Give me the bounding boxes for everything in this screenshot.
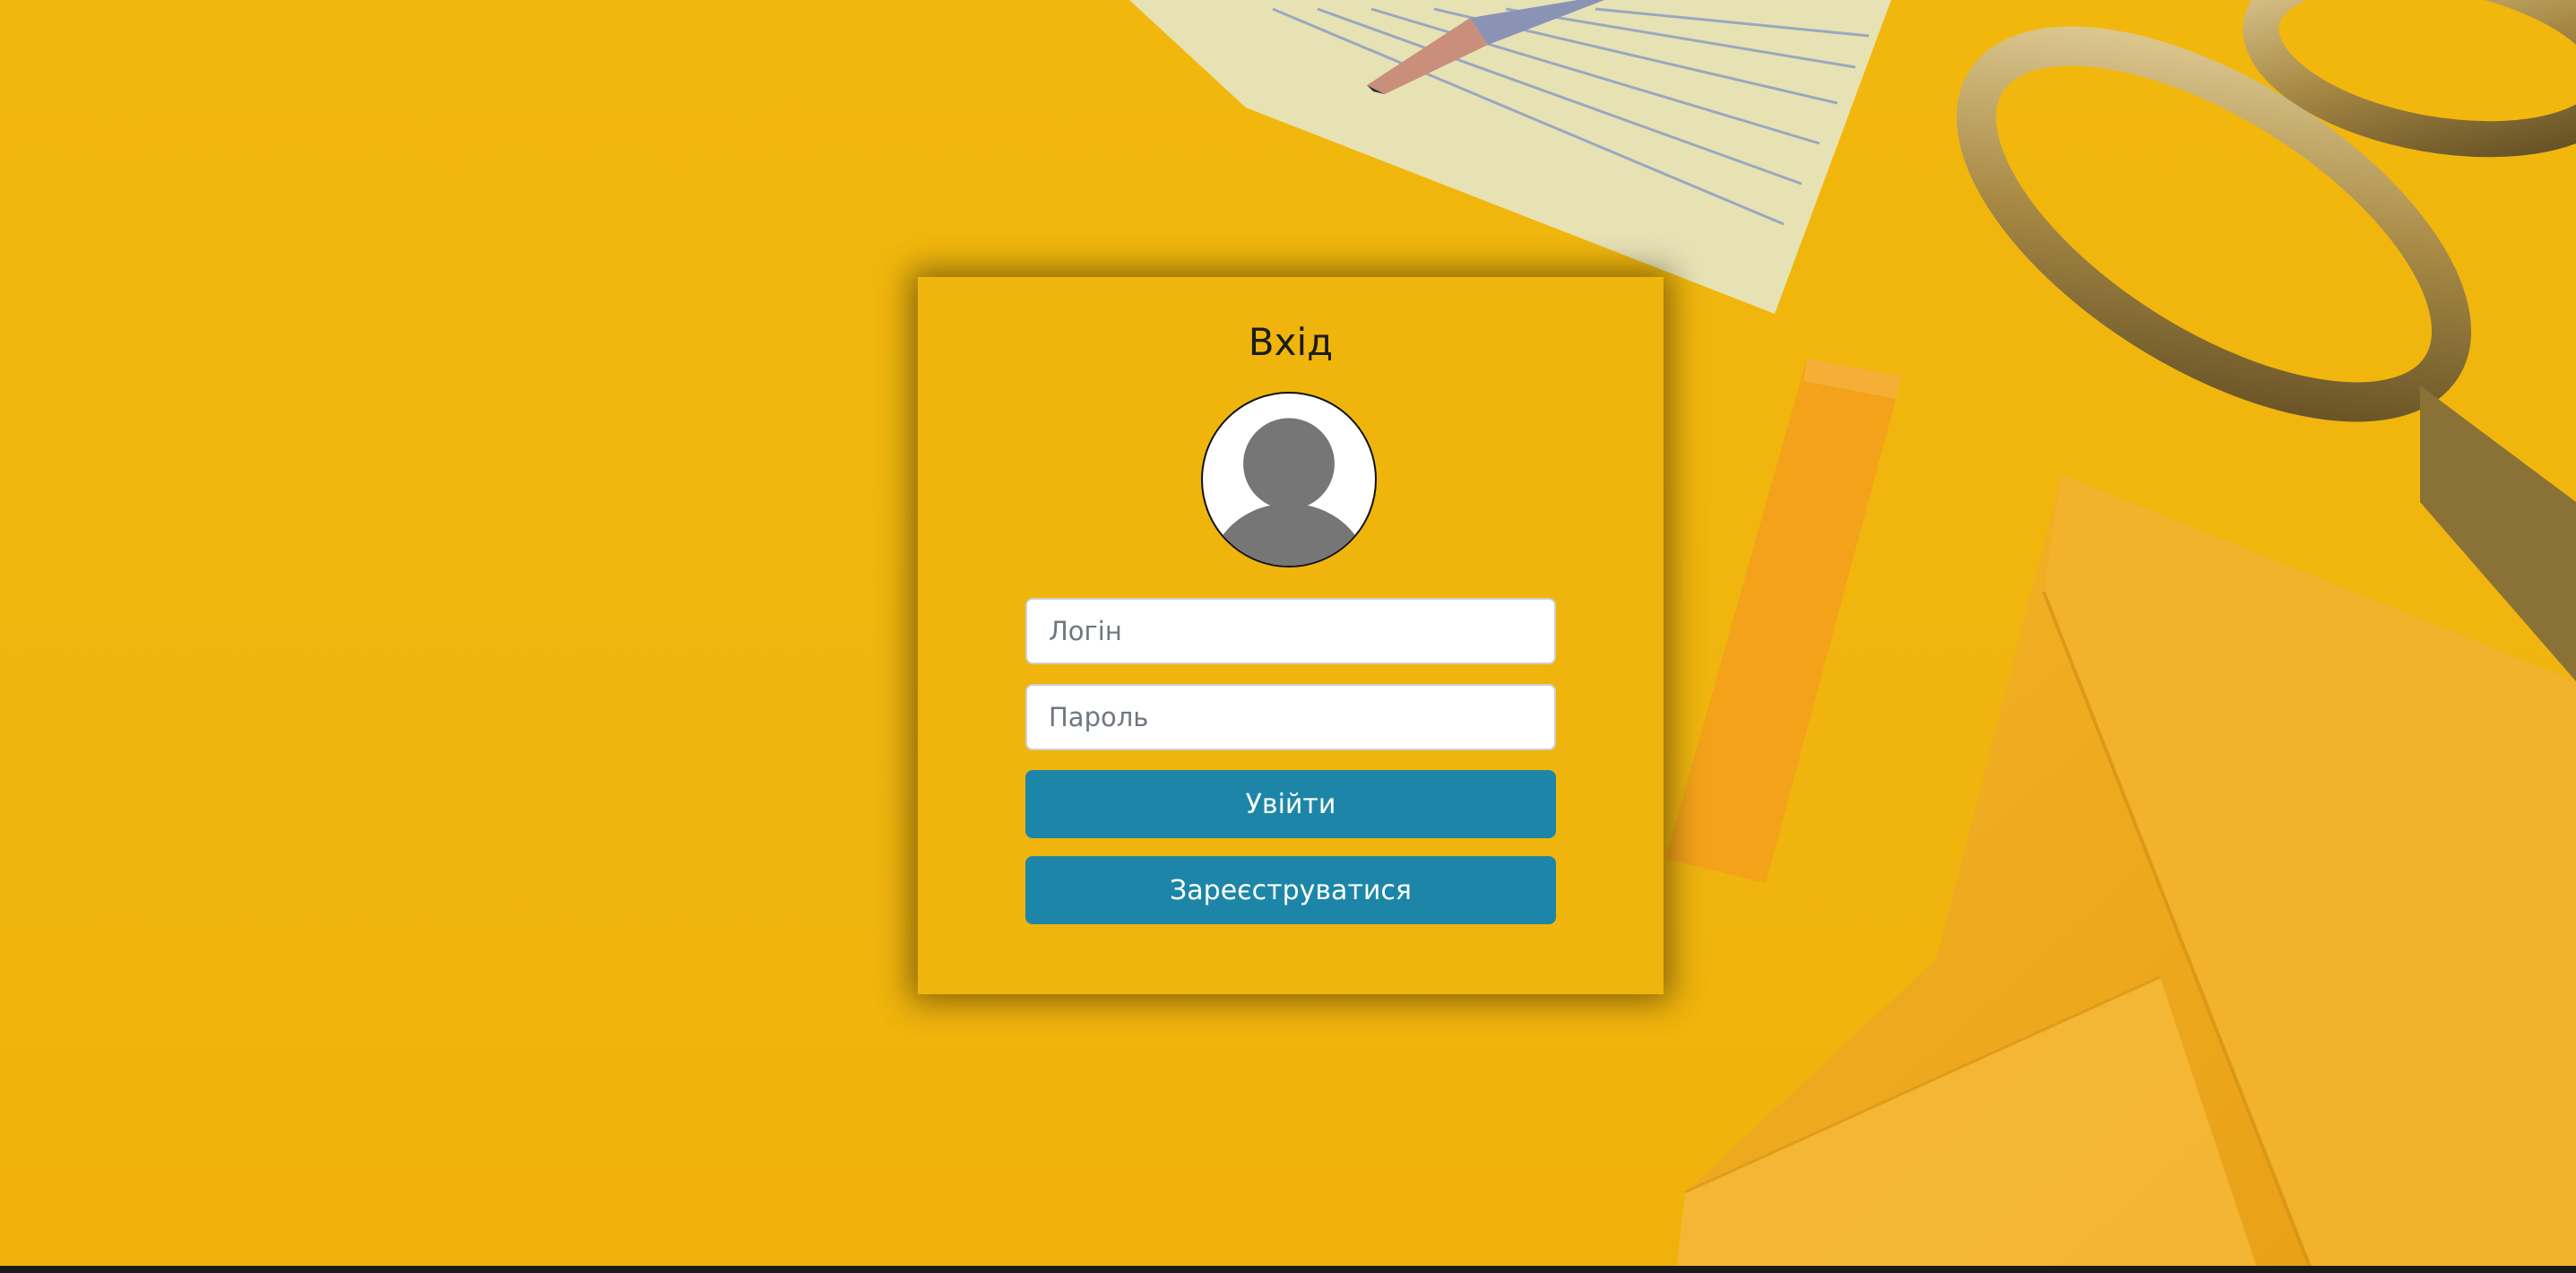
page-background: Вхід Увійти Зареєструватися (0, 0, 2576, 1273)
login-card: Вхід Увійти Зареєструватися (918, 277, 1664, 994)
sticky-note-decor (1665, 359, 1902, 883)
register-button[interactable]: Зареєструватися (1025, 856, 1556, 924)
user-silhouette-icon (1201, 392, 1377, 567)
login-button[interactable]: Увійти (1025, 770, 1556, 838)
password-input[interactable] (1025, 684, 1556, 750)
notepad-decor (1129, 0, 1891, 314)
login-title: Вхід (1248, 320, 1334, 364)
bottom-edge (0, 1266, 2576, 1273)
login-input[interactable] (1025, 598, 1556, 664)
